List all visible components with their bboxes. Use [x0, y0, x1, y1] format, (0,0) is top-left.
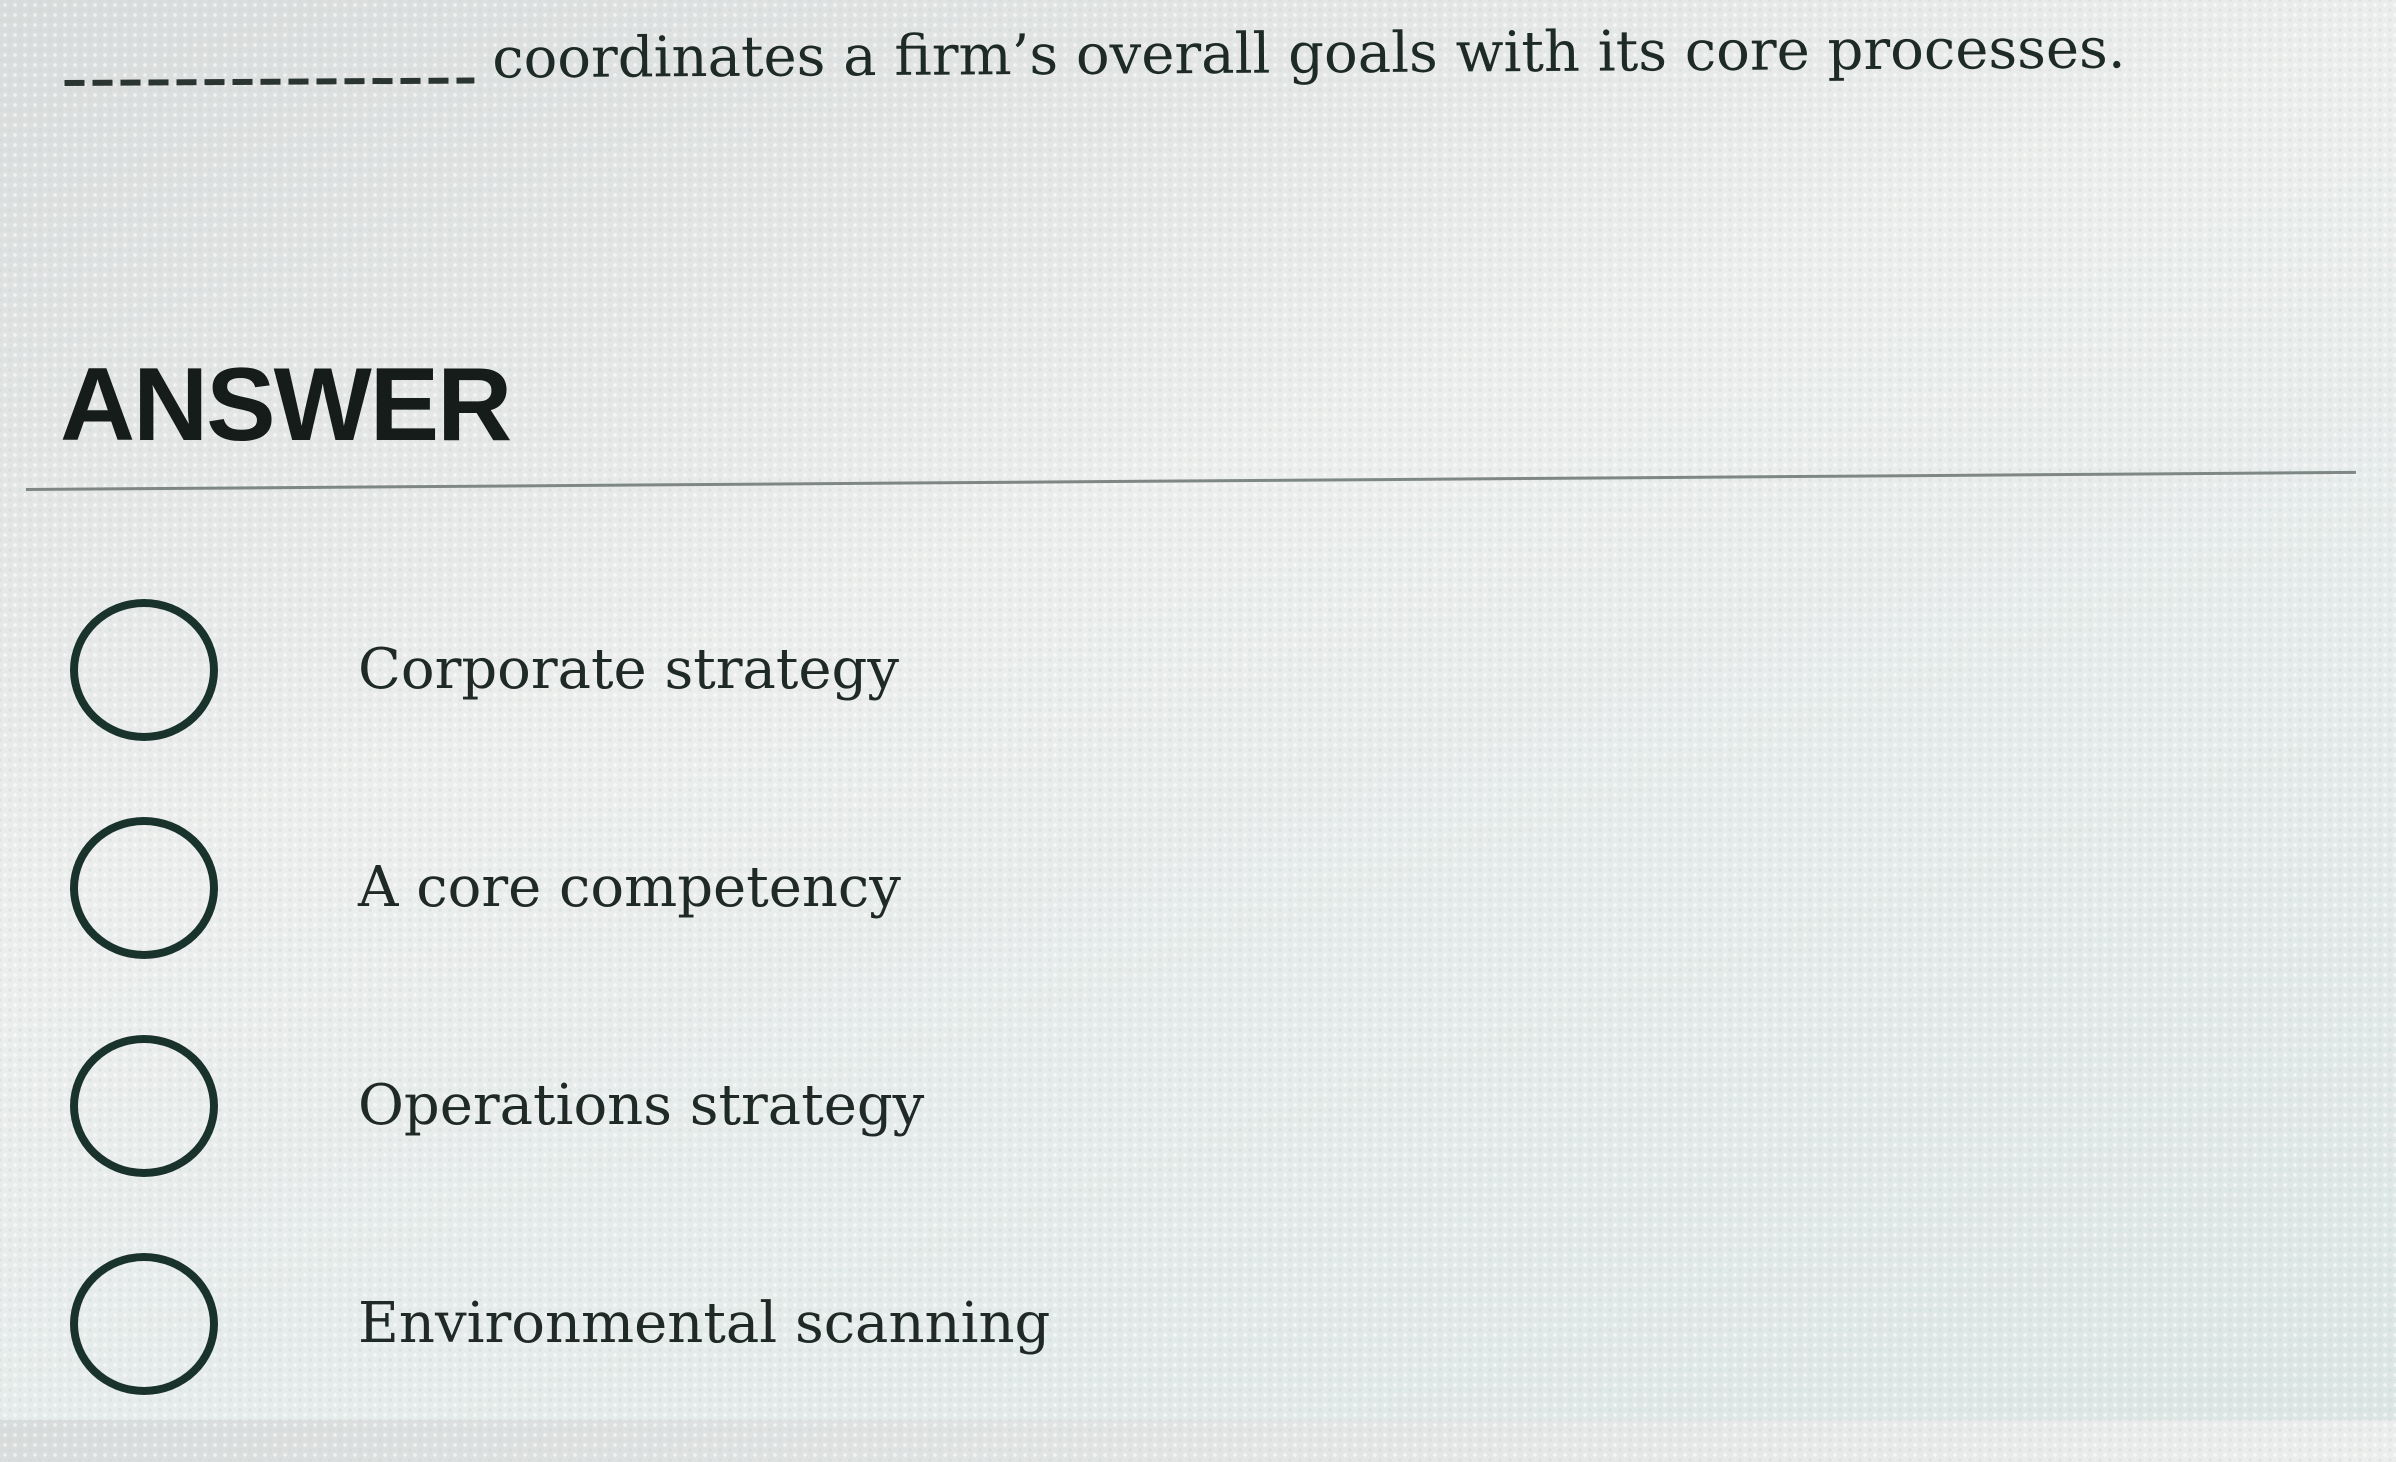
option-environmental-scanning[interactable]: Environmental scanning	[70, 1244, 1050, 1404]
option-label[interactable]: Operations strategy	[358, 1071, 924, 1141]
radio-button[interactable]	[70, 1035, 218, 1177]
radio-button[interactable]	[70, 817, 218, 959]
option-core-competency[interactable]: A core competency	[70, 808, 1050, 968]
option-label[interactable]: Environmental scanning	[358, 1289, 1050, 1359]
option-corporate-strategy[interactable]: Corporate strategy	[70, 590, 1050, 750]
radio-button[interactable]	[70, 599, 218, 741]
option-label[interactable]: Corporate strategy	[358, 635, 899, 705]
question-text-row: coordinates a firm’s overall goals with …	[64, 9, 2126, 102]
radio-button[interactable]	[70, 1253, 218, 1395]
option-operations-strategy[interactable]: Operations strategy	[70, 1026, 1050, 1186]
answer-divider	[25, 470, 2356, 491]
question-text: coordinates a firm’s overall goals with …	[492, 16, 2126, 92]
answer-heading: ANSWER	[60, 347, 512, 463]
fill-in-blank	[64, 77, 475, 86]
answer-options: Corporate strategy A core competency Ope…	[70, 590, 1050, 1462]
option-label[interactable]: A core competency	[358, 853, 901, 923]
